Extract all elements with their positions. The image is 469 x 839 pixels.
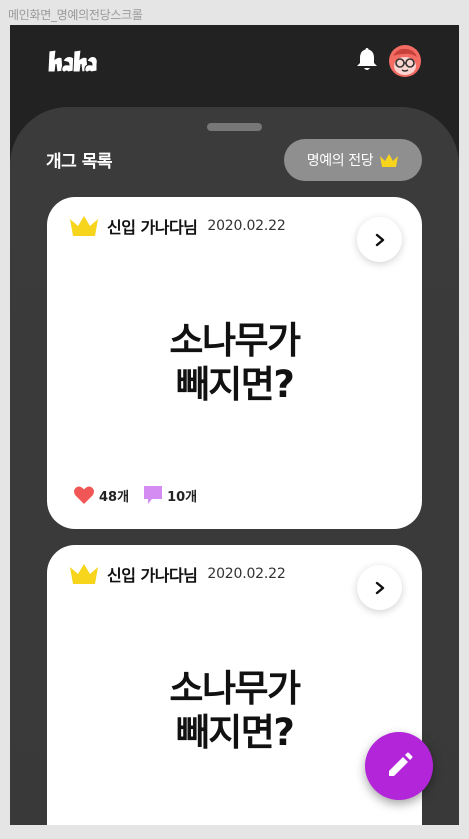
sheet-handle[interactable] <box>207 123 262 131</box>
post-author: 신입 가나다님 <box>107 218 198 237</box>
post-date: 2020.02.22 <box>207 566 286 582</box>
avatar-icon[interactable] <box>388 44 422 78</box>
post-author: 신입 가나다님 <box>107 566 198 585</box>
post-text-line1: 소나무가 <box>169 667 301 710</box>
content-sheet: 개그 목록 명예의 전당 신입 가나다님 2020.02.22 소나무가 빼지면… <box>10 107 459 825</box>
app-logo <box>47 49 98 73</box>
heart-icon <box>74 486 94 504</box>
pencil-icon <box>389 752 413 776</box>
post-text-line2: 빼지면? <box>175 363 295 406</box>
section-title: 개그 목록 <box>46 152 112 172</box>
write-post-button[interactable] <box>365 732 433 800</box>
post-text-line1: 소나무가 <box>169 319 301 362</box>
post-stats: 48개 10개 <box>73 485 211 505</box>
crown-icon <box>70 564 98 584</box>
frame-title: 메인화면_명예의전당스크롤 <box>8 8 143 22</box>
post-card[interactable]: 신입 가나다님 2020.02.22 소나무가 빼지면? 48개 10개 <box>47 197 422 529</box>
chevron-right-icon <box>375 581 384 594</box>
crown-icon <box>70 216 98 236</box>
post-text: 소나무가 빼지면? <box>47 667 422 755</box>
like-button[interactable]: 48개 <box>73 485 129 505</box>
post-text-line2: 빼지면? <box>175 711 295 754</box>
open-post-button[interactable] <box>357 565 402 610</box>
bell-icon[interactable] <box>353 45 381 73</box>
post-date: 2020.02.22 <box>207 218 286 234</box>
phone-screen: 개그 목록 명예의 전당 신입 가나다님 2020.02.22 소나무가 빼지면… <box>10 25 459 825</box>
hall-of-fame-label: 명예의 전당 <box>306 153 374 169</box>
open-post-button[interactable] <box>357 217 402 262</box>
post-header: 신입 가나다님 2020.02.22 <box>69 213 286 239</box>
post-card[interactable]: 신입 가나다님 2020.02.22 소나무가 빼지면? <box>47 545 422 825</box>
comment-count: 10개 <box>167 489 198 505</box>
comment-button[interactable]: 10개 <box>143 485 197 505</box>
like-count: 48개 <box>99 489 130 505</box>
hall-of-fame-button[interactable]: 명예의 전당 <box>284 139 422 181</box>
crown-icon <box>380 153 399 167</box>
chevron-right-icon <box>375 233 384 246</box>
comment-icon <box>144 486 163 504</box>
post-header: 신입 가나다님 2020.02.22 <box>69 561 286 587</box>
post-text: 소나무가 빼지면? <box>47 319 422 407</box>
